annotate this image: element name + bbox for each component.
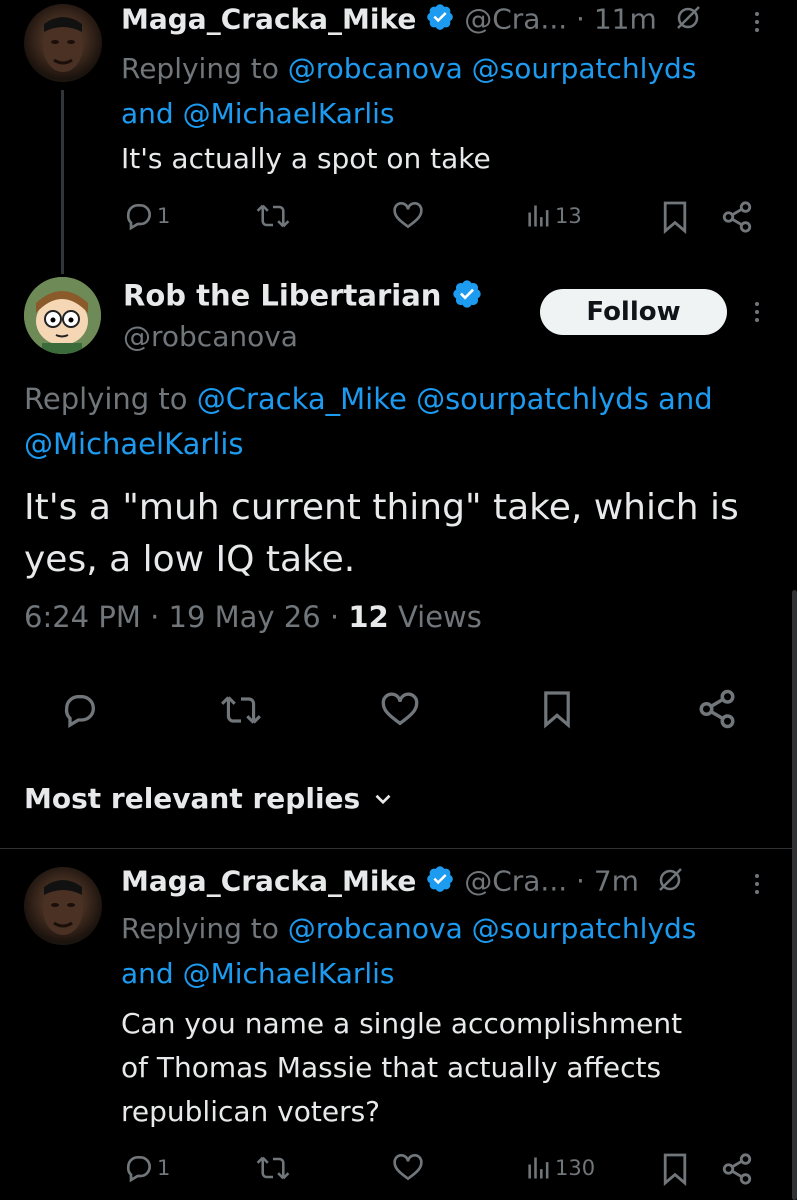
mention-link[interactable]: @MichaelKarlis [183,957,395,990]
avatar-maga-cracka-mike[interactable] [24,867,102,945]
replies-sort-label: Most relevant replies [24,782,361,815]
retweet-icon [221,696,261,724]
more-icon[interactable] [754,302,760,326]
retweet-button[interactable] [255,200,291,232]
bookmark-icon [544,691,570,729]
tweet-text: It's a "muh current thing" take, which i… [24,487,739,580]
views-count: 12 [348,600,389,634]
views-icon [528,205,549,227]
verified-badge-icon [451,278,483,317]
follow-button-label: Follow [586,297,681,327]
mention-link[interactable]: @MichaelKarlis [24,427,244,461]
replying-to: Replying to @robcanova @sourpatchlyds an… [121,912,697,990]
like-button[interactable] [379,690,421,730]
divider [0,848,797,849]
muted-icon [672,3,704,38]
display-name[interactable]: Maga_Cracka_Mike [121,3,416,36]
replying-to: Replying to @Cracka_Mike @sourpatchlyds … [24,382,713,461]
timestamp[interactable]: · 11m [576,3,657,36]
bookmark-icon [663,201,687,234]
handle[interactable]: @Cra... [464,865,567,898]
muted-icon [654,865,686,900]
avatar-maga-cracka-mike[interactable] [24,4,102,82]
verified-badge-icon [425,864,455,901]
timestamp[interactable]: · 7m [576,865,639,898]
share-icon [699,689,735,729]
mention-link[interactable]: @sourpatchlyds [416,382,649,416]
verified-badge-icon [425,2,455,39]
reply-icon [126,1156,151,1183]
more-icon[interactable] [754,12,760,36]
share-button[interactable] [720,200,754,234]
tweet-metadata: 6:24 PM · 19 May 26 · 12 Views [24,600,482,634]
handle[interactable]: @Cra... [464,3,567,36]
reply-count: 1 [157,1156,171,1180]
views-count: 13 [555,204,582,228]
mention-link[interactable]: @sourpatchlyds [472,52,697,85]
like-icon [381,692,419,726]
chevron-down-icon [375,794,391,804]
display-name[interactable]: Rob the Libertarian [123,279,441,313]
avatar-rob-the-libertarian[interactable] [24,277,101,354]
reply-icon [64,695,95,728]
retweet-button[interactable] [219,690,263,730]
views-button[interactable]: 13 [525,202,582,230]
views-count: 130 [555,1156,596,1180]
timestamp[interactable]: 6:24 PM · 19 May 26 · [24,600,339,634]
mention-link[interactable]: @robcanova [288,52,463,85]
views-button[interactable]: 130 [525,1154,595,1182]
bookmark-icon [663,1153,687,1186]
mention-link[interactable]: @robcanova [288,912,463,945]
like-button[interactable] [391,1152,425,1184]
reply-count: 1 [157,204,171,228]
retweet-button[interactable] [255,1152,291,1184]
share-icon [722,1153,752,1185]
views-icon [528,1157,549,1179]
bookmark-button[interactable] [661,200,689,234]
bookmark-button[interactable] [541,688,573,730]
mention-link[interactable]: @MichaelKarlis [183,97,395,130]
handle[interactable]: @robcanova [123,320,298,353]
tweet-text: It's actually a spot on take [121,142,491,175]
retweet-icon [256,204,290,228]
reply-button[interactable] [60,690,100,730]
reply-button[interactable]: 1 [123,1152,170,1184]
more-icon[interactable] [754,874,760,898]
tweet-header: Maga_Cracka_Mike @Cra... · 7m [121,864,686,901]
display-name[interactable]: Maga_Cracka_Mike [121,865,416,898]
share-icon [722,201,752,233]
tweet-text: Can you name a single accomplishment of … [121,1007,683,1128]
author-row: Rob the Libertarian [123,278,483,317]
share-button[interactable] [720,1152,754,1186]
reply-button[interactable]: 1 [123,200,170,232]
share-button[interactable] [696,688,738,730]
like-icon [393,1154,423,1181]
retweet-icon [256,1156,290,1180]
like-icon [393,202,423,229]
like-button[interactable] [391,200,425,232]
replying-to: Replying to @robcanova @sourpatchlyds an… [121,52,697,130]
bookmark-button[interactable] [661,1152,689,1186]
mention-link[interactable]: @Cracka_Mike [197,382,407,416]
replies-sort-dropdown[interactable]: Most relevant replies [24,782,396,815]
thread-connector-line [61,90,64,274]
scrollbar[interactable] [792,590,797,1200]
mention-link[interactable]: @sourpatchlyds [472,912,697,945]
views-label: Views [397,600,482,634]
reply-icon [126,204,151,231]
tweet-header: Maga_Cracka_Mike @Cra... · 11m [121,2,704,39]
follow-button[interactable]: Follow [540,289,727,335]
